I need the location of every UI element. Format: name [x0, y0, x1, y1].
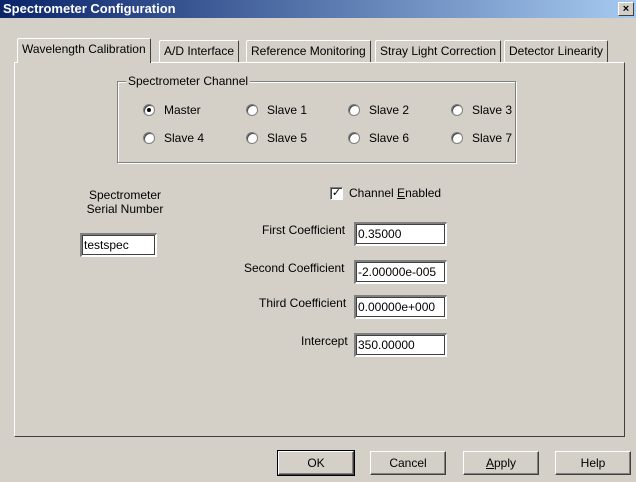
third-coefficient-label: Third Coefficient: [259, 296, 347, 310]
first-coefficient-label: First Coefficient: [262, 223, 346, 237]
apply-label: Apply: [486, 456, 516, 470]
ok-label: OK: [307, 456, 325, 470]
radio-master[interactable]: Master: [143, 102, 201, 118]
serial-number-value: testspec: [84, 238, 129, 252]
spectrometer-channel-group: [117, 81, 516, 163]
checkmark-icon: ✓: [330, 186, 343, 200]
radio-label: Slave 5: [267, 131, 308, 145]
radio-slave-1[interactable]: Slave 1: [246, 102, 307, 118]
label-part: Channel: [349, 186, 398, 200]
tab-label: Reference Monitoring: [251, 44, 366, 58]
third-coefficient-field[interactable]: 0.00000e+000: [354, 295, 447, 319]
radio-slave-3[interactable]: Slave 3: [451, 102, 512, 118]
radio-empty-icon: [246, 104, 258, 116]
radio-label: Master: [164, 103, 201, 117]
radio-empty-icon: [348, 132, 360, 144]
first-coefficient-value: 0.35000: [358, 227, 402, 241]
intercept-value: 350.00000: [358, 338, 415, 352]
tab-ad-interface[interactable]: A/D Interface: [159, 40, 240, 62]
radio-label: Slave 3: [472, 103, 513, 117]
help-button[interactable]: Help: [555, 451, 631, 475]
second-coefficient-field[interactable]: -2.00000e-005: [354, 260, 447, 284]
first-coefficient-field[interactable]: 0.35000: [354, 222, 447, 246]
serial-label-line2: Serial Number: [86, 202, 164, 216]
ok-button[interactable]: OK: [277, 450, 355, 476]
tab-stray-light-correction[interactable]: Stray Light Correction: [375, 40, 502, 62]
radio-empty-icon: [451, 104, 463, 116]
third-coefficient-value: 0.00000e+000: [358, 300, 436, 314]
tab-wavelength-calibration[interactable]: Wavelength Calibration: [17, 38, 151, 63]
radio-label: Slave 7: [472, 131, 513, 145]
apply-mnemonic: A: [485, 456, 494, 470]
serial-number-field[interactable]: testspec: [80, 233, 157, 257]
radio-label: Slave 6: [369, 131, 410, 145]
radio-label: Slave 2: [369, 103, 410, 117]
tab-label: Detector Linearity: [509, 44, 604, 58]
tab-label: A/D Interface: [164, 44, 235, 58]
radio-selected-icon: [143, 104, 155, 116]
intercept-label: Intercept: [301, 334, 348, 348]
radio-label: Slave 4: [164, 131, 205, 145]
serial-number-label: Spectrometer Serial Number: [70, 188, 180, 216]
tab-reference-monitoring[interactable]: Reference Monitoring: [246, 40, 371, 62]
radio-slave-6[interactable]: Slave 6: [348, 130, 409, 146]
close-button[interactable]: ×: [618, 2, 634, 16]
radio-slave-4[interactable]: Slave 4: [143, 130, 204, 146]
tab-detector-linearity[interactable]: Detector Linearity: [504, 40, 609, 62]
radio-slave-7[interactable]: Slave 7: [451, 130, 512, 146]
apply-button[interactable]: Apply: [463, 451, 539, 475]
cancel-label: Cancel: [389, 456, 427, 470]
channel-enabled-label: Channel Enabled: [349, 186, 441, 200]
label-mnemonic: E: [397, 186, 406, 200]
title-bar: Spectrometer Configuration ×: [0, 0, 636, 18]
label-part: nabled: [405, 186, 442, 200]
radio-empty-icon: [246, 132, 258, 144]
close-icon: ×: [622, 3, 630, 15]
second-coefficient-label: Second Coefficient: [244, 261, 345, 275]
radio-slave-2[interactable]: Slave 2: [348, 102, 409, 118]
tab-label: Wavelength Calibration: [22, 42, 146, 56]
serial-label-line1: Spectrometer: [88, 188, 162, 202]
radio-label: Slave 1: [267, 103, 308, 117]
channel-enabled-checkbox[interactable]: ✓ Channel Enabled: [330, 186, 441, 200]
cancel-button[interactable]: Cancel: [370, 451, 446, 475]
window-title: Spectrometer Configuration: [3, 1, 176, 16]
intercept-field[interactable]: 350.00000: [354, 333, 447, 357]
radio-slave-5[interactable]: Slave 5: [246, 130, 307, 146]
second-coefficient-value: -2.00000e-005: [358, 265, 437, 279]
tab-label: Stray Light Correction: [380, 44, 497, 58]
radio-empty-icon: [143, 132, 155, 144]
apply-rest: pply: [494, 456, 517, 470]
help-label: Help: [580, 456, 606, 470]
radio-empty-icon: [348, 104, 360, 116]
group-legend: Spectrometer Channel: [126, 74, 251, 88]
radio-empty-icon: [451, 132, 463, 144]
